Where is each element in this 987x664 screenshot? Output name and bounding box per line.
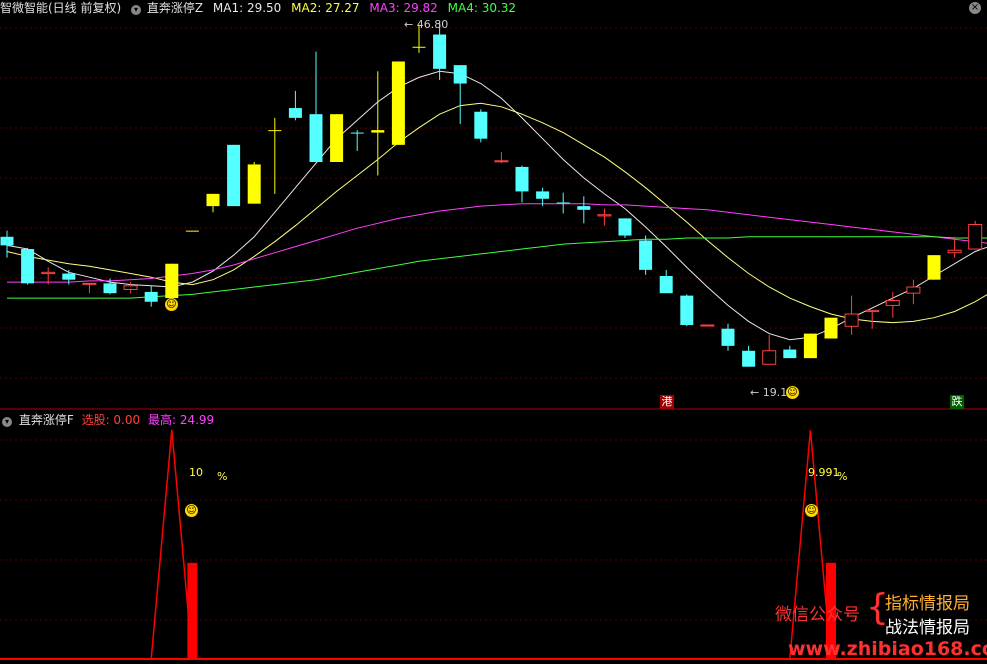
candle-body <box>391 61 405 145</box>
ma2-label: MA2: 27.27 <box>291 1 360 15</box>
main-header: 智微智能(日线 前复权) ▾ 直奔涨停Z MA1: 29.50 MA2: 27.… <box>0 1 516 15</box>
watermark-url: www.zhibiao168.com <box>788 638 987 660</box>
signal-bar <box>187 562 198 659</box>
signal-chart[interactable] <box>0 410 987 664</box>
candle-body <box>515 166 529 192</box>
ma3-line <box>7 203 987 283</box>
candle-body <box>350 132 364 134</box>
candle-body <box>947 249 962 254</box>
ma4-label: MA4: 30.32 <box>447 1 517 15</box>
candle-body <box>577 206 591 210</box>
watermark-wechat: 微信公众号 <box>775 605 860 625</box>
window-close-icon[interactable]: × <box>969 2 981 14</box>
smiley-icon: ☺ <box>165 298 178 311</box>
candle-body <box>844 313 859 327</box>
candle-body <box>268 130 282 132</box>
candle-body <box>680 295 694 326</box>
candle-body <box>927 255 941 280</box>
candle-body <box>309 114 323 162</box>
candle-body <box>906 286 921 294</box>
chevron-down-icon[interactable]: ▾ <box>2 417 12 427</box>
candle-body <box>144 291 158 302</box>
candle-body <box>41 271 56 275</box>
candle-body <box>474 111 488 139</box>
candle-body <box>0 236 14 246</box>
marker-gang: 港 <box>660 395 674 409</box>
select-label: 选股: 0.00 <box>81 413 141 427</box>
sub-indicator-name[interactable]: 直奔涨停F <box>19 413 74 427</box>
candle-body <box>371 130 385 133</box>
indicator-name[interactable]: 直奔涨停Z <box>147 1 203 15</box>
candle-body <box>721 328 735 346</box>
candle-body <box>803 333 817 359</box>
pct-left-value: 10 <box>189 466 203 479</box>
candle-body <box>165 263 179 299</box>
ma2-line <box>6 102 987 324</box>
candle-body <box>700 324 715 327</box>
marker-die: 跌 <box>950 395 964 409</box>
high-label: 最高: 24.99 <box>147 413 215 427</box>
candle-body <box>103 283 117 294</box>
candle-body <box>639 240 653 270</box>
candle-body <box>123 285 138 290</box>
candle-body <box>659 276 673 294</box>
pct-right-unit: % <box>837 470 848 483</box>
low-price-label: ← 19.1 <box>750 386 788 399</box>
candle-body <box>288 108 302 118</box>
candle-body <box>21 249 35 284</box>
candle-body <box>433 34 447 69</box>
candle-body <box>330 114 344 162</box>
pct-left-unit: % <box>217 470 228 483</box>
sub-header: ▾ 直奔涨停F 选股: 0.00 最高: 24.99 <box>0 413 214 427</box>
candle-body <box>82 282 97 285</box>
watermark-line1: 指标情报局 <box>885 594 970 614</box>
candle-body <box>968 224 983 250</box>
smiley-icon: ☺ <box>185 504 198 517</box>
candle-body <box>824 317 838 339</box>
candle-body <box>597 214 612 217</box>
candle-body <box>783 349 797 359</box>
pct-right-value: 9.991 <box>808 466 840 479</box>
candles <box>0 22 983 367</box>
candle-body <box>206 193 220 207</box>
candlestick-chart[interactable] <box>0 0 987 410</box>
chevron-down-icon[interactable]: ▾ <box>131 5 142 15</box>
high-price-label: ← 46.80 <box>404 18 449 31</box>
ma4-line <box>7 236 987 299</box>
smiley-icon: ☺ <box>786 386 799 399</box>
main-grid <box>0 27 987 410</box>
smiley-icon: ☺ <box>805 504 818 517</box>
candle-body <box>62 273 76 280</box>
candle-body <box>556 202 570 204</box>
ma3-label: MA3: 29.82 <box>369 1 438 15</box>
watermark-line2: 战法情报局 <box>885 618 970 638</box>
candle-body <box>412 46 426 48</box>
candle-body <box>494 160 509 163</box>
candle-body <box>762 350 777 365</box>
signal-spike <box>150 429 194 660</box>
candle-body <box>742 350 756 367</box>
candle-body <box>865 309 880 313</box>
candle-body <box>247 164 261 204</box>
ma1-label: MA1: 29.50 <box>212 1 282 15</box>
candle-body <box>453 65 467 84</box>
candle-body <box>618 218 632 236</box>
candle-body <box>227 144 241 207</box>
candle-body <box>185 230 199 232</box>
candle-body <box>885 300 900 306</box>
stock-title[interactable]: 智微智能(日线 前复权) <box>0 1 121 15</box>
candle-body <box>536 191 550 199</box>
